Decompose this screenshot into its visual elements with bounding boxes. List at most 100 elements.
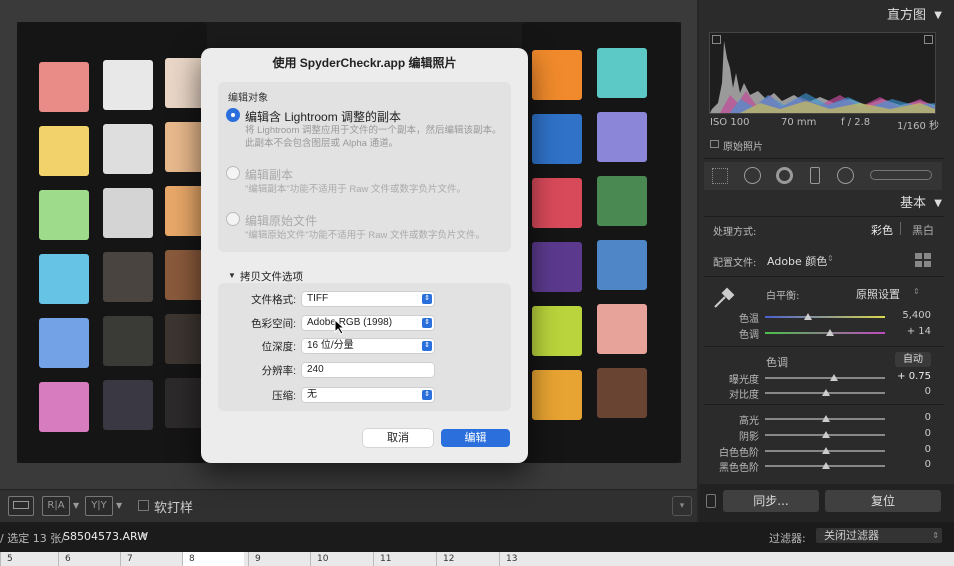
updown-icon: ⇕ bbox=[932, 531, 939, 540]
compression-value: 无 bbox=[307, 389, 317, 400]
auto-tone-button[interactable]: 自动 bbox=[895, 352, 931, 367]
auto-sync-switch[interactable] bbox=[706, 494, 716, 508]
edit-target-group: 编辑对象 编辑含 Lightroom 调整的副本 将 Lightroom 调整应… bbox=[218, 82, 511, 252]
filename-source[interactable]: S8504573.ARW bbox=[63, 530, 148, 543]
swatch bbox=[103, 60, 153, 110]
shadows-slider-knob[interactable] bbox=[822, 431, 830, 438]
ra-button[interactable]: R|A bbox=[42, 496, 70, 516]
spot-removal-icon[interactable] bbox=[744, 167, 761, 184]
color-space-select[interactable]: Adobe RGB (1998) ⇕ bbox=[302, 316, 434, 330]
original-photo-checkbox[interactable] bbox=[710, 140, 719, 148]
exposure-slider[interactable] bbox=[765, 377, 885, 379]
treatment-color-button[interactable]: 彩色 bbox=[871, 222, 893, 238]
filmstrip: 5 6 7 8 9 10 11 12 13 bbox=[0, 552, 954, 566]
option2-label[interactable]: 编辑副本 bbox=[245, 166, 293, 183]
yy-button[interactable]: Y|Y bbox=[85, 496, 113, 516]
swatch bbox=[103, 188, 153, 238]
filmstrip-cell[interactable]: 7 bbox=[120, 552, 182, 566]
tint-value[interactable]: + 14 bbox=[889, 326, 931, 337]
highlights-slider-knob[interactable] bbox=[822, 415, 830, 422]
filmstrip-cell[interactable]: 6 bbox=[58, 552, 120, 566]
histogram-header[interactable]: 直方图 ▼ bbox=[699, 4, 954, 28]
softproof-label: 软打样 bbox=[154, 501, 194, 516]
graduated-filter-icon[interactable] bbox=[810, 167, 820, 184]
profile-browser-icon[interactable] bbox=[915, 253, 931, 267]
bit-depth-label: 位深度: bbox=[261, 341, 296, 353]
option3-desc: "编辑原始文件"功能不适用于 Raw 文件或数字负片文件。 bbox=[245, 230, 486, 241]
basic-header[interactable]: 基本 ▼ bbox=[699, 192, 954, 216]
copy-options-label[interactable]: 拷贝文件选项 bbox=[240, 269, 303, 284]
reset-button[interactable]: 复位 bbox=[825, 490, 941, 512]
cancel-button[interactable]: 取消 bbox=[363, 429, 433, 447]
bit-depth-value: 16 位/分量 bbox=[307, 340, 354, 351]
filmstrip-cell[interactable]: 11 bbox=[373, 552, 435, 566]
treatment-label: 处理方式: bbox=[713, 227, 757, 238]
sync-button[interactable]: 同步... bbox=[723, 490, 819, 512]
color-space-label: 色彩空间: bbox=[251, 318, 296, 330]
preview-toolbar: R|A ▼ Y|Y ▼ 软打样 ▾ bbox=[0, 489, 697, 522]
temp-slider[interactable] bbox=[765, 316, 885, 318]
contrast-slider-knob[interactable] bbox=[822, 389, 830, 396]
treatment-bw-button[interactable]: 黑白 bbox=[912, 222, 934, 238]
eyedropper-icon[interactable] bbox=[711, 283, 739, 311]
updown-icon: ⇕ bbox=[422, 294, 432, 304]
option-edit-copy-radio[interactable] bbox=[226, 166, 240, 180]
red-eye-icon[interactable] bbox=[776, 167, 793, 184]
exif-aperture: f / 2.8 bbox=[841, 117, 871, 128]
filmstrip-cell[interactable]: 10 bbox=[310, 552, 372, 566]
profile-select[interactable]: Adobe 颜色 bbox=[767, 253, 827, 269]
tint-slider-knob[interactable] bbox=[826, 329, 834, 336]
filter-label: 过滤器: bbox=[769, 532, 806, 545]
option-edit-original-radio[interactable] bbox=[226, 212, 240, 226]
shadows-value[interactable]: 0 bbox=[889, 428, 931, 439]
tint-slider[interactable] bbox=[765, 332, 885, 334]
chevron-down-icon[interactable]: ▼ bbox=[116, 501, 122, 510]
filmstrip-cell[interactable]: 9 bbox=[248, 552, 310, 566]
contrast-value[interactable]: 0 bbox=[889, 386, 931, 397]
exposure-value[interactable]: + 0.75 bbox=[889, 371, 931, 382]
divider bbox=[704, 346, 944, 347]
temp-slider-knob[interactable] bbox=[804, 313, 812, 320]
temp-value[interactable]: 5,400 bbox=[889, 310, 931, 321]
toolbar-menu-button[interactable]: ▾ bbox=[672, 496, 692, 516]
blacks-value[interactable]: 0 bbox=[889, 459, 931, 470]
highlights-value[interactable]: 0 bbox=[889, 412, 931, 423]
brush-icon[interactable] bbox=[870, 170, 932, 180]
crop-icon[interactable] bbox=[712, 168, 728, 184]
resolution-input[interactable]: 240 bbox=[302, 363, 434, 377]
filmstrip-cell[interactable]: 5 bbox=[0, 552, 62, 566]
disclosure-triangle-icon[interactable]: ▼ bbox=[228, 271, 236, 280]
swatch bbox=[532, 50, 582, 100]
profile-label: 配置文件: bbox=[713, 258, 757, 269]
swatch bbox=[39, 62, 89, 112]
filmstrip-cell[interactable]: 8 bbox=[182, 552, 244, 566]
option3-label[interactable]: 编辑原始文件 bbox=[245, 212, 317, 229]
filmstrip-cell[interactable]: 12 bbox=[436, 552, 498, 566]
swatch bbox=[39, 318, 89, 368]
radial-filter-icon[interactable] bbox=[837, 167, 854, 184]
exposure-slider-knob[interactable] bbox=[830, 374, 838, 381]
edit-button[interactable]: 编辑 bbox=[441, 429, 510, 447]
blacks-slider-knob[interactable] bbox=[822, 462, 830, 469]
file-format-select[interactable]: TIFF ⇕ bbox=[302, 292, 434, 306]
filter-select[interactable]: 关闭过滤器 ⇕ bbox=[816, 528, 942, 543]
whites-value[interactable]: 0 bbox=[889, 444, 931, 455]
chevron-down-icon[interactable]: ▼ bbox=[73, 501, 79, 510]
exposure-label: 曝光度 bbox=[729, 375, 759, 386]
chevron-down-icon[interactable]: ▼ bbox=[141, 532, 146, 540]
bit-depth-select[interactable]: 16 位/分量 ⇕ bbox=[302, 339, 434, 353]
softproof-checkbox[interactable] bbox=[138, 500, 149, 511]
option1-label[interactable]: 编辑含 Lightroom 调整的副本 bbox=[245, 108, 401, 125]
section-label: 编辑对象 bbox=[228, 93, 268, 104]
color-space-value: Adobe RGB (1998) bbox=[307, 317, 393, 328]
compression-select[interactable]: 无 ⇕ bbox=[302, 388, 434, 402]
shadows-label: 阴影 bbox=[739, 432, 759, 443]
whites-slider-knob[interactable] bbox=[822, 447, 830, 454]
wb-label: 白平衡: bbox=[766, 291, 800, 302]
wb-select[interactable]: 原照设置 bbox=[856, 286, 900, 302]
filmstrip-cell[interactable]: 13 bbox=[499, 552, 561, 566]
exif-iso: ISO 100 bbox=[710, 117, 750, 128]
divider bbox=[704, 158, 944, 159]
option-edit-with-adjustments-radio[interactable] bbox=[226, 108, 240, 122]
view-mode-button[interactable] bbox=[8, 496, 34, 516]
